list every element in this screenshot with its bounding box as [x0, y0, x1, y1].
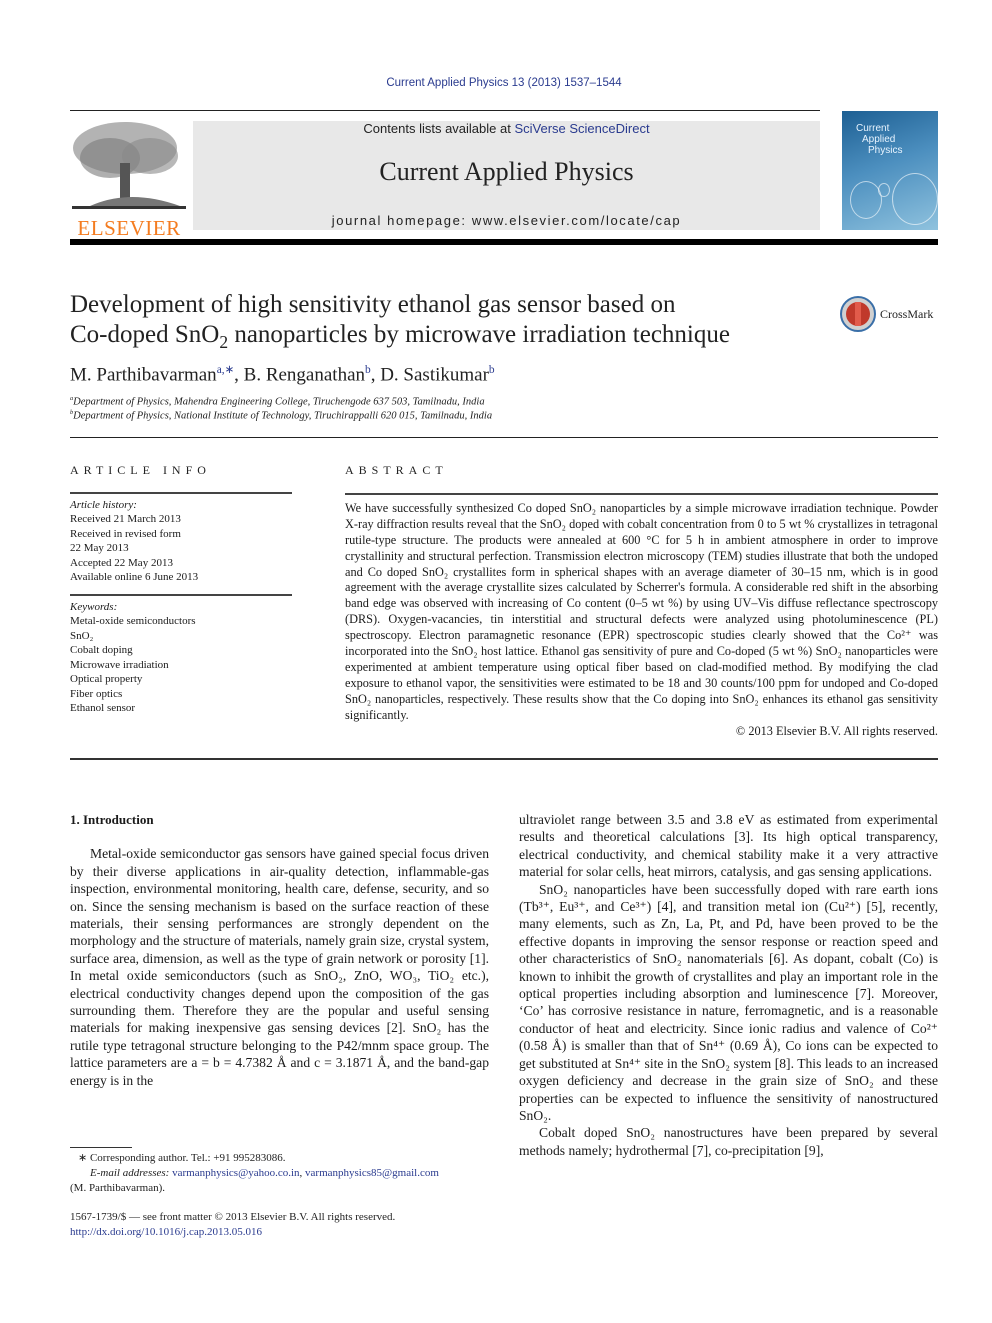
- title-line: Co-doped SnO2 nanoparticles by microwave…: [70, 320, 810, 357]
- journal-title: Current Applied Physics: [379, 157, 634, 186]
- footnotes: ∗ Corresponding author. Tel.: +91 995283…: [70, 1151, 490, 1240]
- journal-banner: Contents lists available at SciVerse Sci…: [193, 121, 820, 230]
- issn-line: 1567-1739/$ — see front matter © 2013 El…: [70, 1211, 396, 1223]
- paragraph: ultraviolet range between 3.5 and 3.8 eV…: [519, 812, 938, 880]
- paragraph: Metal-oxide semiconductor gas sensors ha…: [70, 846, 489, 1088]
- email-label: E-mail addresses:: [90, 1167, 173, 1179]
- separator: ,: [234, 364, 244, 386]
- crossmark-button[interactable]: CrossMark: [840, 296, 933, 332]
- abstract-text: We have successfully synthesized Co dope…: [345, 500, 938, 722]
- divider: [70, 491, 292, 494]
- body-right-column: ultraviolet range between 3.5 and 3.8 eV…: [519, 811, 938, 1159]
- body-left-column: 1. Introduction Metal-oxide semiconducto…: [70, 811, 489, 1089]
- cover-title-line: Physics: [868, 145, 903, 156]
- abstract-panel: ABSTRACT We have successfully synthesize…: [345, 463, 938, 740]
- email-owner: (M. Parthibavarman).: [70, 1182, 165, 1194]
- email-link[interactable]: varmanphysics85@gmail.com: [305, 1167, 439, 1179]
- article-info-heading: ARTICLE INFO: [70, 463, 211, 477]
- crossmark-label: CrossMark: [880, 306, 934, 321]
- author-name[interactable]: D. Sastikumar: [380, 364, 489, 385]
- keywords-label: Keywords:: [70, 600, 118, 613]
- keyword: Metal-oxide semiconductors: [70, 615, 196, 627]
- paragraph: SnO₂ nanoparticles have been successfull…: [519, 881, 938, 1123]
- title-text: Co-doped SnO: [70, 321, 220, 348]
- footnote-rule: [70, 1147, 132, 1148]
- email-link[interactable]: varmanphysics@yahoo.co.in: [172, 1167, 299, 1179]
- contents-line: Contents lists available at SciVerse Sci…: [193, 121, 820, 136]
- keyword: Cobalt doping: [70, 644, 133, 656]
- paragraph: Cobalt doped SnO₂ nanostructures have be…: [519, 1125, 938, 1158]
- affiliation-text: Department of Physics, Mahendra Engineer…: [73, 396, 485, 408]
- contents-prefix: Contents lists available at: [363, 121, 515, 136]
- journal-reference-link[interactable]: Current Applied Physics 13 (2013) 1537–1…: [0, 77, 992, 89]
- doi-link[interactable]: http://dx.doi.org/10.1016/j.cap.2013.05.…: [70, 1225, 490, 1240]
- author-list: M. Parthibavarmana,∗, B. Renganathan b, D…: [70, 362, 495, 386]
- keyword: Optical property: [70, 673, 143, 685]
- history-item: Received 21 March 2013: [70, 513, 181, 525]
- divider: [70, 437, 938, 438]
- journal-homepage[interactable]: journal homepage: www.elsevier.com/locat…: [193, 213, 820, 228]
- email-line: E-mail addresses: varmanphysics@yahoo.co…: [70, 1166, 490, 1181]
- history-item: Accepted 22 May 2013: [70, 556, 173, 569]
- journal-cover-image[interactable]: Current Applied Physics: [842, 111, 938, 230]
- history-item: Available online 6 June 2013: [70, 571, 199, 583]
- header-rule: [70, 110, 820, 111]
- author-affil-sup[interactable]: b: [489, 364, 495, 376]
- corresponding-author-note: ∗ Corresponding author. Tel.: +91 995283…: [78, 1152, 286, 1164]
- divider: [70, 593, 292, 596]
- author-name[interactable]: B. Renganathan: [244, 364, 365, 385]
- abstract-heading: ABSTRACT: [345, 463, 448, 477]
- divider: [70, 758, 938, 760]
- article-info-panel: ARTICLE INFO Article history: Received 2…: [70, 463, 292, 716]
- history-label: Article history:: [70, 498, 137, 511]
- title-subscript: 2: [219, 332, 229, 352]
- elsevier-wordmark: ELSEVIER: [77, 216, 181, 240]
- affiliation: bDepartment of Physics, National Institu…: [70, 409, 492, 422]
- header-thick-rule: [70, 239, 938, 245]
- keyword: Microwave irradiation: [70, 658, 169, 671]
- title-line: Development of high sensitivity ethanol …: [70, 291, 676, 318]
- affiliation: aDepartment of Physics, Mahendra Enginee…: [70, 395, 485, 408]
- history-item: 22 May 2013: [70, 542, 129, 554]
- separator: ,: [370, 364, 381, 386]
- section-heading: 1. Introduction: [70, 812, 154, 827]
- keyword: Fiber optics: [70, 687, 123, 700]
- cover-bubble: [892, 173, 938, 225]
- cover-title-line: Applied: [862, 134, 896, 145]
- title-text: nanoparticles by microwave irradiation t…: [228, 321, 730, 348]
- divider: [345, 492, 938, 495]
- keyword: Ethanol sensor: [70, 702, 136, 714]
- keyword: SnO₂: [70, 629, 94, 642]
- elsevier-tree-icon: [70, 118, 188, 213]
- elsevier-logo[interactable]: ELSEVIER: [70, 118, 188, 240]
- cover-title: Current Applied Physics: [856, 123, 902, 156]
- cover-bubble: [850, 181, 882, 219]
- author-name[interactable]: M. Parthibavarman: [70, 364, 217, 385]
- history-item: Received in revised form: [70, 527, 181, 540]
- article-title: Development of high sensitivity ethanol …: [70, 290, 810, 357]
- sciencedirect-link[interactable]: SciVerse ScienceDirect: [514, 121, 649, 136]
- affiliation-text: Department of Physics, National Institut…: [73, 410, 493, 422]
- cover-bubble: [878, 183, 890, 197]
- cover-title-line: Current: [856, 123, 890, 134]
- abstract-copyright: © 2013 Elsevier B.V. All rights reserved…: [735, 723, 938, 738]
- crossmark-icon: [840, 296, 876, 332]
- author-affil-sup[interactable]: a,∗: [217, 364, 234, 376]
